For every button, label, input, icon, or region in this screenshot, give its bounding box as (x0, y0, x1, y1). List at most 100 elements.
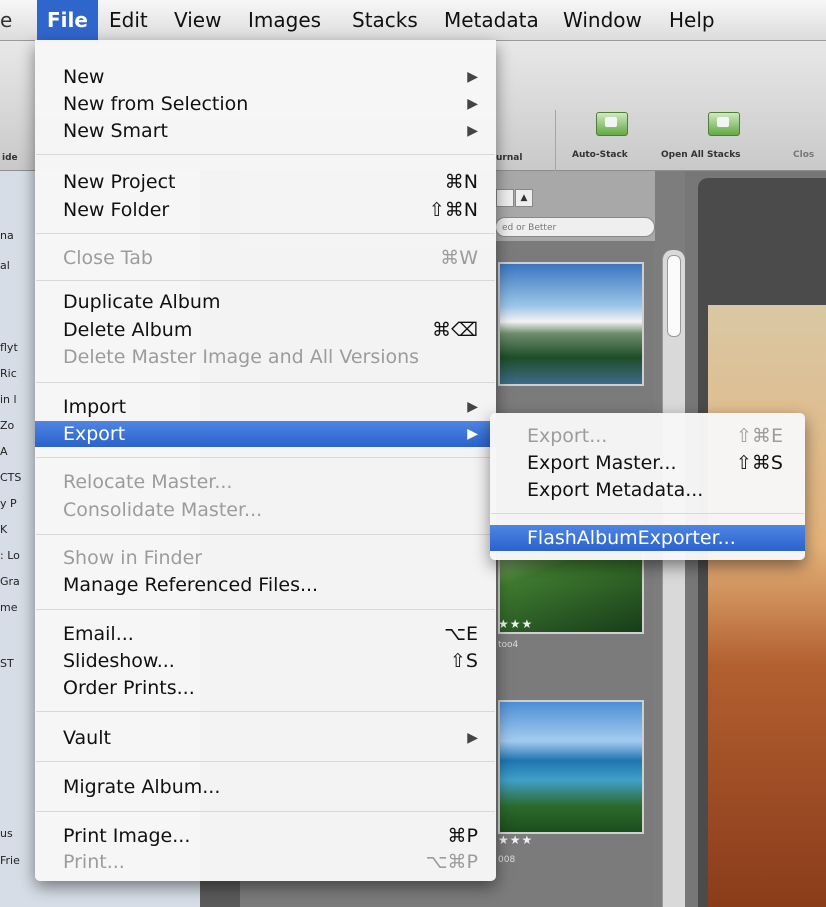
sidebar-fragment[interactable]: na (0, 229, 14, 242)
sidebar-fragment[interactable]: y P (0, 497, 17, 510)
menu-item-label: Delete Master Image and All Versions (63, 346, 420, 368)
sort-up-icon[interactable]: ▲ (515, 189, 533, 207)
open-all-stacks-label[interactable]: Open All Stacks (661, 150, 741, 160)
menu-item-label: Slideshow... (63, 650, 175, 672)
shortcut-label: ⌘N (444, 171, 478, 193)
auto-stack-icon[interactable] (596, 112, 628, 136)
menu-item-label: New from Selection (63, 93, 249, 115)
menu-item-order-prints[interactable]: Order Prints... (35, 676, 496, 700)
menu-item-delete-master: Delete Master Image and All Versions (35, 345, 496, 369)
menu-edit[interactable]: Edit (109, 0, 148, 40)
rating-filter[interactable]: ed or Better (495, 217, 655, 237)
menu-item-label: Export Master... (527, 452, 677, 474)
thumbnail-caption: too4 (498, 640, 519, 650)
sidebar-fragment[interactable]: us (0, 827, 13, 840)
shortcut-label: ⇧⌘S (736, 452, 783, 474)
menu-item-label: New Folder (63, 199, 170, 221)
menu-item-label: Print... (63, 851, 125, 873)
sidebar-fragment[interactable]: CTS (0, 471, 21, 484)
menu-item-slideshow[interactable]: Slideshow... ⇧S (35, 649, 496, 673)
sidebar-fragment[interactable]: al (0, 259, 10, 272)
submenu-arrow-icon: ▶ (467, 399, 478, 415)
menu-images[interactable]: Images (248, 0, 321, 40)
menu-item-new-folder[interactable]: New Folder ⇧⌘N (35, 198, 496, 222)
menu-metadata[interactable]: Metadata (444, 0, 539, 40)
shortcut-label: ⌥⌘P (425, 851, 478, 873)
menu-view[interactable]: View (174, 0, 221, 40)
shortcut-label: ⇧⌘E (736, 425, 783, 447)
sidebar-fragment[interactable]: Zo (0, 419, 14, 432)
menu-item-label: FlashAlbumExporter... (527, 527, 736, 549)
menu-help[interactable]: Help (669, 0, 715, 40)
menu-item-label: Export Metadata... (527, 479, 704, 501)
menu-stacks[interactable]: Stacks (352, 0, 418, 40)
menu-separator (36, 280, 495, 281)
menu-item-vault[interactable]: Vault ▶ (35, 726, 496, 750)
sidebar-fragment[interactable]: in l (0, 393, 17, 406)
menu-item-export[interactable]: Export ▶ (35, 421, 496, 447)
menu-item-label: New Project (63, 171, 176, 193)
view-option-button[interactable] (496, 189, 514, 207)
menu-item-new[interactable]: New ▶ (35, 65, 496, 89)
submenu-arrow-icon: ▶ (467, 730, 478, 746)
menu-item-consolidate-master: Consolidate Master... (35, 498, 496, 522)
shortcut-label: ⌘P (447, 825, 478, 847)
menu-item-manage-referenced-files[interactable]: Manage Referenced Files... (35, 573, 496, 597)
menu-item-new-smart[interactable]: New Smart ▶ (35, 119, 496, 143)
menu-item-label: New (63, 66, 105, 88)
menu-item-duplicate-album[interactable]: Duplicate Album (35, 290, 496, 314)
export-submenu: Export... ⇧⌘E Export Master... ⇧⌘S Expor… (490, 413, 805, 560)
sidebar-fragment[interactable]: ST (0, 657, 14, 670)
menu-item-label: Export (63, 423, 126, 445)
menu-separator (36, 382, 495, 383)
shortcut-label: ⇧⌘N (428, 199, 478, 221)
sidebar-fragment[interactable]: Ric (0, 367, 17, 380)
open-all-stacks-icon[interactable] (708, 112, 740, 136)
sidebar-fragment[interactable]: flyt (0, 341, 18, 354)
menu-item-import[interactable]: Import ▶ (35, 395, 496, 419)
menu-separator (36, 761, 495, 762)
menu-item-label: Order Prints... (63, 677, 195, 699)
menu-apple-app-partial[interactable]: e (0, 0, 12, 40)
submenu-arrow-icon: ▶ (467, 96, 478, 112)
menu-item-new-from-selection[interactable]: New from Selection ▶ (35, 92, 496, 116)
menu-file[interactable]: File (37, 0, 98, 40)
rating-stars: ★★★ (498, 617, 534, 631)
menu-bar: e File Edit View Images Stacks Metadata … (0, 0, 826, 41)
auto-stack-label[interactable]: Auto-Stack (572, 150, 628, 160)
thumbnail-mountain[interactable] (498, 262, 644, 386)
submenu-item-flashalbumexporter[interactable]: FlashAlbumExporter... (490, 525, 805, 551)
submenu-arrow-icon: ▶ (467, 426, 478, 442)
file-menu: New ▶ New from Selection ▶ New Smart ▶ N… (35, 40, 496, 881)
submenu-item-export-metadata[interactable]: Export Metadata... (490, 478, 805, 502)
sunset-image[interactable] (708, 305, 826, 907)
sidebar-fragment[interactable]: Gra (0, 575, 20, 588)
sidebar-fragment[interactable]: me (0, 601, 17, 614)
menu-separator (36, 154, 495, 155)
submenu-item-export-master[interactable]: Export Master... ⇧⌘S (490, 451, 805, 475)
thumbnail-beach[interactable] (498, 700, 644, 834)
menu-separator (36, 811, 495, 812)
close-stacks-label[interactable]: Clos (793, 150, 814, 160)
scrollbar-thumb[interactable] (667, 255, 681, 337)
rating-stars: ★★★ (498, 833, 534, 847)
menu-item-label: Relocate Master... (63, 471, 233, 493)
sidebar-fragment[interactable]: Frie (0, 854, 20, 867)
shortcut-label: ⌘⌫ (432, 319, 478, 341)
menu-item-email[interactable]: Email... ⌥E (35, 622, 496, 646)
sidebar-fragment[interactable]: K (0, 523, 7, 536)
browser-scrollbar[interactable] (662, 250, 685, 907)
sidebar-fragment[interactable]: A (0, 445, 8, 458)
toolbar-journal-label[interactable]: urnal (496, 153, 522, 163)
menu-item-migrate-album[interactable]: Migrate Album... (35, 775, 496, 799)
menu-item-relocate-master: Relocate Master... (35, 470, 496, 494)
menu-item-delete-album[interactable]: Delete Album ⌘⌫ (35, 318, 496, 342)
menu-window[interactable]: Window (563, 0, 642, 40)
toolbar-separator (555, 110, 556, 180)
menu-item-print-image[interactable]: Print Image... ⌘P (35, 824, 496, 848)
submenu-item-export: Export... ⇧⌘E (490, 424, 805, 448)
menu-item-new-project[interactable]: New Project ⌘N (35, 170, 496, 194)
sidebar-fragment[interactable]: : Lo (0, 549, 20, 562)
menu-separator (36, 711, 495, 712)
menu-item-label: Show in Finder (63, 547, 203, 569)
